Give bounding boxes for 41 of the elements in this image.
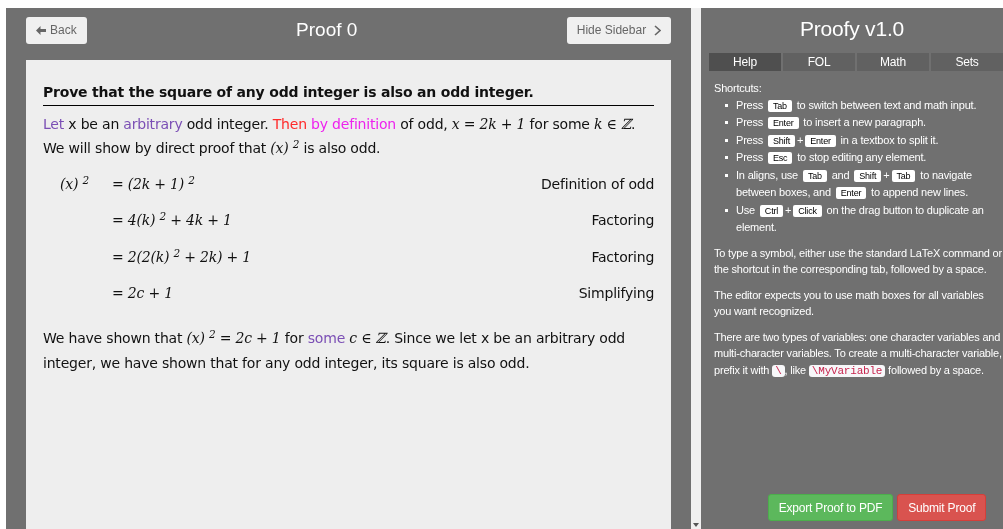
shortcut-item: Press Esc to stop editing any element. bbox=[736, 150, 927, 166]
bullet-icon bbox=[725, 103, 728, 107]
step-justification: Factoring bbox=[591, 211, 655, 231]
chevron-right-icon bbox=[654, 24, 662, 36]
submit-proof-button[interactable]: Submit Proof bbox=[897, 494, 987, 521]
scrollbar[interactable] bbox=[691, 8, 701, 529]
step-justification: Factoring bbox=[591, 247, 655, 267]
bullet-icon bbox=[725, 138, 728, 142]
bullet-icon bbox=[725, 173, 728, 177]
shortcuts-label: Shortcuts: bbox=[714, 81, 763, 96]
proof-title: Proof 0 bbox=[296, 17, 358, 42]
bullet-icon bbox=[725, 121, 728, 124]
sidebar-tab[interactable]: FOL bbox=[783, 53, 855, 71]
math-expression: = 4(k) $^{2}$ + 4k + 1 bbox=[112, 210, 232, 231]
app-title: Proofy v1.0 bbox=[799, 16, 905, 42]
step-justification: Simplifying bbox=[578, 284, 655, 304]
sidebar-tab[interactable]: Help bbox=[709, 53, 781, 71]
proof-paragraph: Let x be an arbitrary odd integer. Then by definition of odd, x = 2k + 1 for some k ∈ ℤ. We will show by direct proof that (x) $^{2}$ is also odd. bbox=[43, 115, 637, 158]
help-paragraph: The editor expects you to use math boxes for all variables you want recognized. bbox=[714, 287, 985, 319]
back-button[interactable]: Back bbox=[26, 16, 87, 44]
bullet-icon bbox=[725, 156, 728, 159]
scroll-down-icon[interactable] bbox=[693, 523, 700, 527]
sidebar-tab[interactable]: Sets bbox=[931, 53, 1003, 71]
problem-heading: Prove that the square of any odd integer is also an odd integer. bbox=[43, 82, 655, 106]
math-expression: = (2k + 1) $^{2}$ bbox=[112, 173, 195, 194]
shortcut-item: Press Enter to insert a new paragraph. bbox=[736, 115, 926, 131]
arrow-left-icon bbox=[36, 25, 46, 35]
help-paragraph: To type a symbol, either use the standard LaTeX command or the shortcut in the corresponding tab, followed by a space. bbox=[714, 245, 1003, 277]
sidebar-tab[interactable]: Math bbox=[857, 53, 929, 71]
math-expression: = 2(2(k) $^{2}$ + 2k) + 1 bbox=[112, 246, 252, 267]
step-justification: Definition of odd bbox=[541, 174, 655, 194]
hide-sidebar-button[interactable]: Hide Sidebar bbox=[566, 16, 672, 44]
math-expression: (x) $^{2}$ bbox=[60, 173, 89, 194]
shortcut-item: In aligns, use Tab and Shift + Tab to navigate between boxes, and Enter to append new lines. bbox=[736, 167, 973, 201]
math-expression: = 2c + 1 bbox=[112, 284, 173, 304]
shortcut-item: Press Tab to switch between text and math input. bbox=[736, 97, 977, 114]
conclusion-paragraph: We have shown that (x) $^{2}$ = 2c + 1 for some c ∈ ℤ. Since we let x be an arbitrary odd integer, we have shown that for any odd integer, its square is also odd. bbox=[43, 326, 627, 373]
help-paragraph: There are two types of variables: one character variables and multi-character variables. To create a multi-character variable, prefix it with \ , like \MyVariable followed by a space. bbox=[714, 329, 1003, 379]
bullet-icon bbox=[725, 208, 728, 212]
shortcut-item: Press Shift + Enter in a textbox to split it. bbox=[736, 132, 939, 149]
shortcut-item: Use Ctrl + Click on the drag button to duplicate an element. bbox=[736, 202, 985, 235]
